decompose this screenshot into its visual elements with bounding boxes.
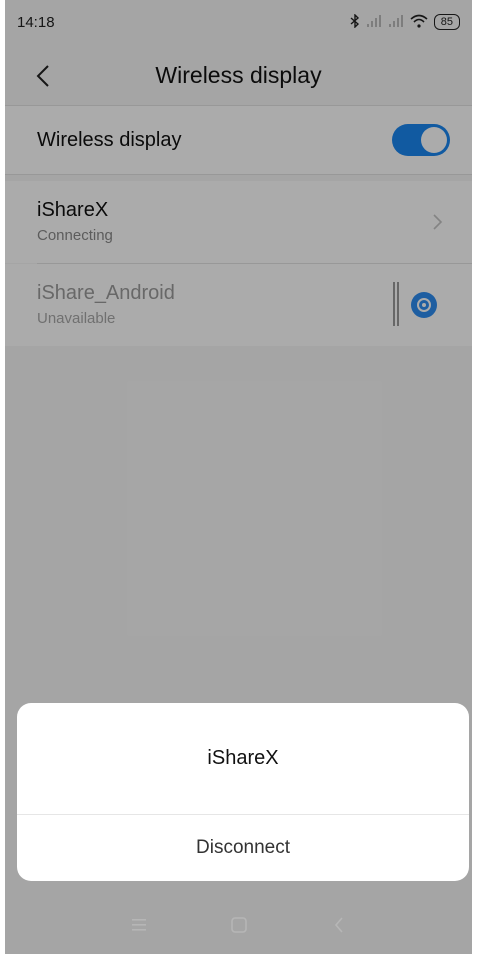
dialog-title: iShareX (207, 747, 279, 769)
back-icon[interactable] (324, 910, 354, 940)
nav-bar (5, 895, 472, 954)
menu-icon[interactable] (124, 910, 154, 940)
disconnect-button[interactable]: Disconnect (17, 815, 469, 881)
screen: 14:18 85 Wireless display Wireless displ… (5, 0, 472, 954)
dialog: iShareX Disconnect (17, 703, 469, 881)
home-icon[interactable] (224, 910, 254, 940)
